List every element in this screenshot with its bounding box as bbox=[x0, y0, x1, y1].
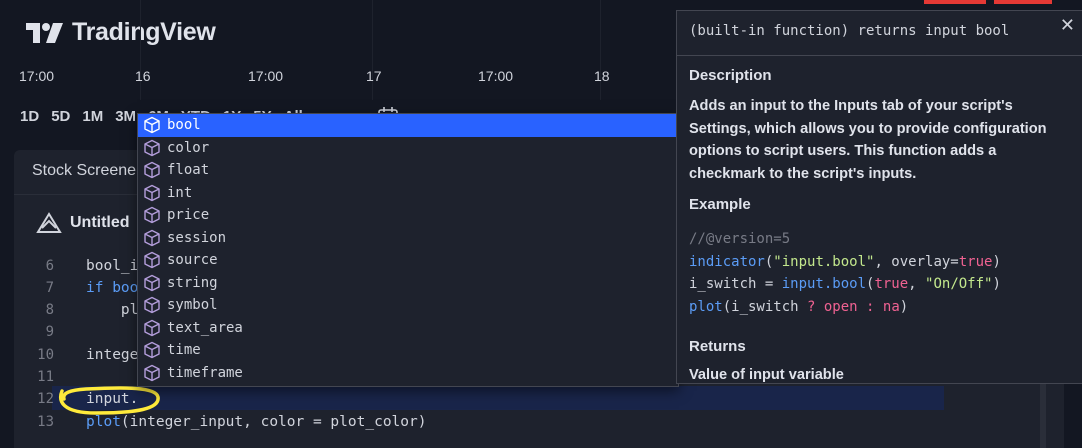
line-number: 12 bbox=[37, 391, 54, 407]
line-number: 9 bbox=[45, 324, 54, 340]
example-var: na bbox=[874, 299, 900, 315]
suggestion-item[interactable]: price bbox=[138, 204, 678, 227]
docs-description: Adds an input to the Inputs tab of your … bbox=[689, 98, 1047, 182]
suggestion-label: string bbox=[167, 274, 218, 291]
cube-icon bbox=[144, 319, 160, 336]
cube-icon bbox=[144, 364, 160, 381]
suggestion-label: int bbox=[167, 184, 193, 201]
cube-icon bbox=[144, 207, 160, 224]
range-1m[interactable]: 1M bbox=[82, 108, 103, 125]
suggestion-label: bool bbox=[167, 117, 201, 134]
example-line: i_switch = input.bool(true, "On/Off") bbox=[689, 276, 1001, 292]
suggestion-label: float bbox=[167, 162, 210, 179]
time-tick: 17:00 bbox=[248, 68, 284, 84]
suggestion-item[interactable]: float bbox=[138, 159, 678, 182]
docs-returns-text: Value of input variable bbox=[689, 367, 844, 383]
logo[interactable]: TradingView bbox=[26, 18, 216, 47]
cube-icon bbox=[144, 117, 160, 134]
line-number: 8 bbox=[45, 302, 54, 318]
close-icon[interactable]: ✕ bbox=[1060, 15, 1075, 36]
suggestion-label: symbol bbox=[167, 297, 218, 314]
docs-signature: (built-in function) returns input bool bbox=[689, 23, 1010, 39]
example-fn: input.bool bbox=[781, 276, 867, 292]
suggestion-item[interactable]: int bbox=[138, 182, 678, 205]
red-button-2[interactable] bbox=[994, 0, 1052, 4]
example-line: indicator("input.bool", overlay=true) bbox=[689, 254, 1001, 270]
suggestion-item[interactable]: bool bbox=[138, 114, 678, 137]
cube-icon bbox=[144, 274, 160, 291]
code-line: 13 plot(integer_input, color = plot_colo… bbox=[14, 411, 1064, 433]
time-axis: 17:00 16 17:00 17 17:00 18 bbox=[0, 68, 680, 88]
range-1d[interactable]: 1D bbox=[20, 108, 39, 125]
suggestion-item[interactable]: symbol bbox=[138, 294, 678, 317]
docs-popup: (built-in function) returns input bool ✕… bbox=[676, 10, 1082, 384]
cube-icon bbox=[144, 229, 160, 246]
example-text: i_switch = bbox=[689, 276, 782, 292]
suggestion-item[interactable]: source bbox=[138, 249, 678, 272]
cube-icon bbox=[144, 139, 160, 156]
suggestion-item[interactable]: text_area bbox=[138, 317, 678, 340]
annotation-circle bbox=[59, 386, 160, 415]
docs-returns-heading: Returns bbox=[689, 338, 746, 355]
suggestion-item[interactable]: timeframe bbox=[138, 362, 678, 385]
time-tick: 16 bbox=[135, 68, 151, 84]
code-text: pl bbox=[86, 302, 139, 318]
code-line-active: 12 input. bbox=[14, 388, 1064, 410]
example-line: plot(i_switch ? open : na) bbox=[689, 299, 909, 315]
time-tick: 17:00 bbox=[19, 68, 55, 84]
example-var: open bbox=[815, 299, 867, 315]
cube-icon bbox=[144, 342, 160, 359]
suggestion-label: session bbox=[167, 229, 227, 246]
suggestion-label: color bbox=[167, 139, 210, 156]
range-3m[interactable]: 3M bbox=[115, 108, 136, 125]
script-title[interactable]: Untitled bbox=[36, 212, 130, 234]
suggestion-item[interactable]: session bbox=[138, 227, 678, 250]
tab-stock-screener[interactable]: Stock Screene bbox=[32, 162, 136, 180]
suggestion-item[interactable]: time bbox=[138, 339, 678, 362]
suggestion-label: text_area bbox=[167, 319, 243, 336]
suggestion-label: price bbox=[167, 207, 210, 224]
line-number: 10 bbox=[37, 347, 54, 363]
example-bool: true bbox=[874, 276, 909, 292]
line-number: 6 bbox=[45, 258, 54, 274]
cube-icon bbox=[144, 162, 160, 179]
example-string: "On/Off" bbox=[925, 276, 993, 292]
line-number: 13 bbox=[37, 414, 54, 430]
docs-divider bbox=[677, 55, 1082, 56]
red-button[interactable] bbox=[924, 0, 986, 4]
code-args: (integer_input, color = plot_color) bbox=[120, 414, 427, 430]
time-tick: 17:00 bbox=[478, 68, 514, 84]
time-tick: 17 bbox=[366, 68, 382, 84]
suggestion-label: timeframe bbox=[167, 364, 243, 381]
line-number: 11 bbox=[37, 369, 54, 385]
suggestion-label: time bbox=[167, 342, 201, 359]
pine-script-icon bbox=[36, 212, 62, 233]
tradingview-logo-icon bbox=[26, 22, 63, 43]
example-line: //@version=5 bbox=[689, 228, 790, 251]
range-5d[interactable]: 5D bbox=[51, 108, 70, 125]
cube-icon bbox=[144, 184, 160, 201]
suggestion-item[interactable]: color bbox=[138, 137, 678, 160]
example-text: (i_switch bbox=[722, 299, 808, 315]
code-text: intege bbox=[86, 347, 139, 363]
example-bool: true bbox=[958, 254, 993, 270]
example-fn: plot bbox=[689, 299, 723, 315]
code-text: bool_i bbox=[86, 258, 139, 274]
logo-text: TradingView bbox=[72, 18, 216, 46]
suggestion-label: source bbox=[167, 252, 218, 269]
example-fn: indicator bbox=[689, 254, 765, 270]
example-text: , overlay= bbox=[874, 254, 959, 270]
code-text: if boo bbox=[86, 280, 139, 296]
cube-icon bbox=[144, 297, 160, 314]
cube-icon bbox=[144, 252, 160, 269]
line-number: 7 bbox=[45, 280, 54, 296]
script-name: Untitled bbox=[70, 214, 130, 231]
example-string: "input.bool" bbox=[773, 254, 875, 270]
time-tick: 18 bbox=[594, 68, 610, 84]
example-comment: //@version=5 bbox=[689, 231, 791, 247]
docs-description-heading: Description bbox=[689, 67, 772, 84]
suggestion-item[interactable]: string bbox=[138, 272, 678, 295]
autocomplete-list: bool color float int price session sourc… bbox=[137, 113, 679, 387]
docs-example-heading: Example bbox=[689, 196, 751, 213]
